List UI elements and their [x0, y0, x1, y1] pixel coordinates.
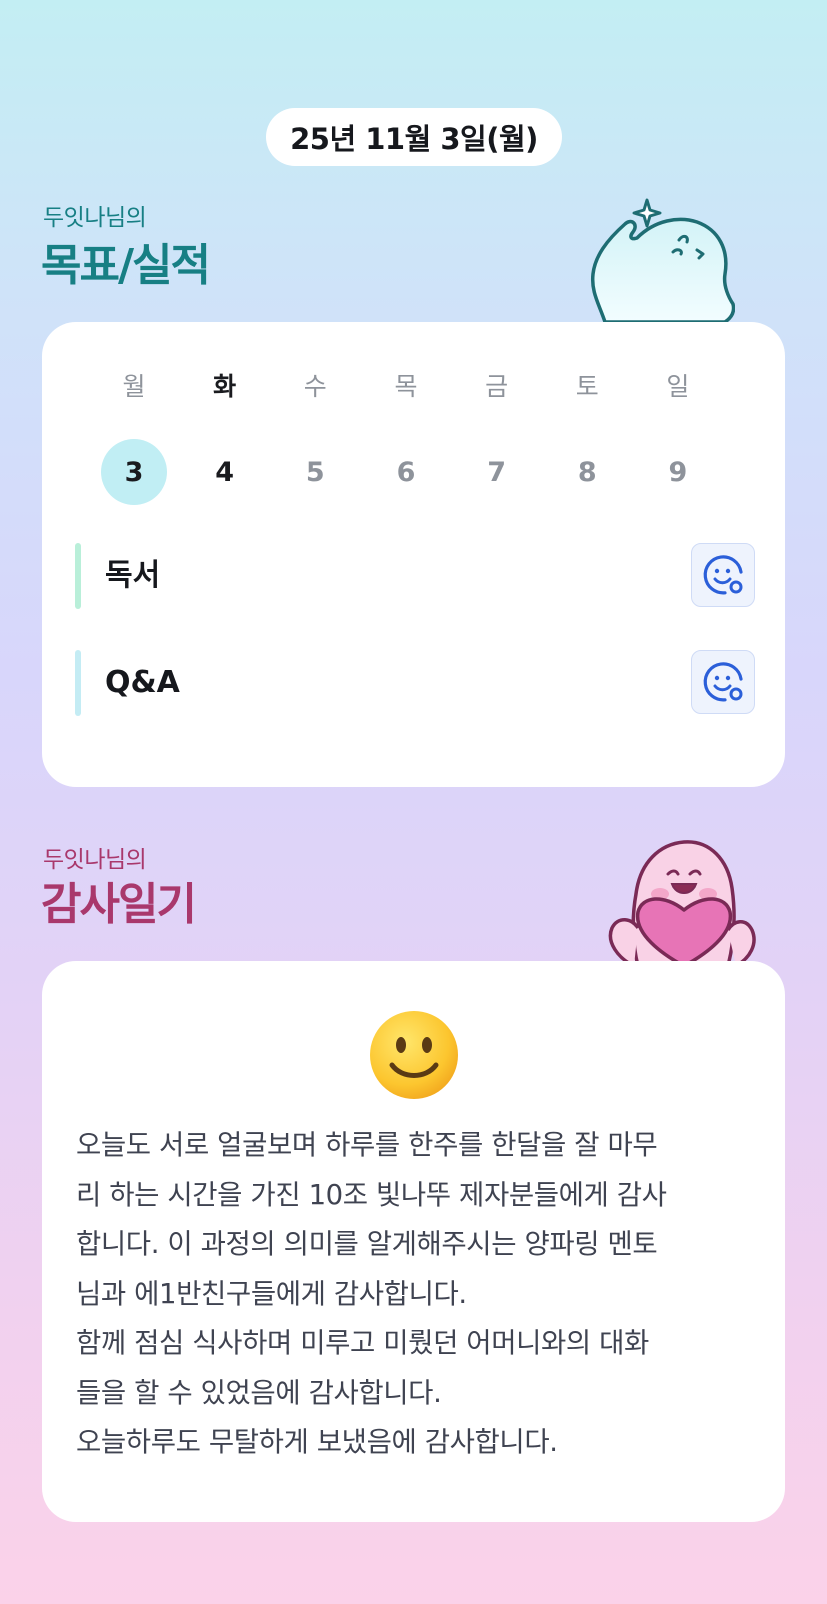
- gratitude-diary-text: 오늘도 서로 얼굴보며 하루를 한주를 한달을 잘 마무 리 하는 시간을 가진…: [76, 1129, 667, 1458]
- day-number-selected[interactable]: 3: [101, 439, 167, 505]
- slightly-smiling-face-icon: [370, 1011, 458, 1099]
- goal-label: Q&A: [105, 665, 180, 700]
- goal-item-qna[interactable]: Q&A: [75, 650, 755, 716]
- goals-section-title: 목표/실적: [41, 240, 211, 291]
- gratitude-section-title: 감사일기: [41, 879, 197, 930]
- week-strip: 월 3 화 4 수 5 목 6 금 7 토 8 일 9: [100, 372, 712, 505]
- day-number[interactable]: 4: [192, 439, 258, 505]
- day-number[interactable]: 5: [282, 439, 348, 505]
- goals-card: 월 3 화 4 수 5 목 6 금 7 토 8 일 9 독서 Q&A: [42, 322, 785, 787]
- day-column[interactable]: 토 8: [553, 372, 621, 505]
- goal-status-button[interactable]: [691, 543, 755, 607]
- goal-color-bar: [75, 543, 81, 609]
- weekday-label: 금: [485, 372, 509, 401]
- date-selector[interactable]: 25년 11월 3일(월): [266, 108, 562, 166]
- date-label: 25년 11월 3일(월): [290, 122, 538, 156]
- day-column[interactable]: 월 3: [100, 372, 168, 505]
- weekday-label: 토: [575, 372, 599, 401]
- weekday-label: 일: [666, 372, 690, 401]
- goal-item-reading[interactable]: 독서: [75, 543, 755, 609]
- day-column[interactable]: 목 6: [372, 372, 440, 505]
- gratitude-diary-card: 오늘도 서로 얼굴보며 하루를 한주를 한달을 잘 마무 리 하는 시간을 가진…: [42, 961, 785, 1522]
- day-number[interactable]: 6: [373, 439, 439, 505]
- weekday-label: 수: [303, 372, 327, 401]
- day-number[interactable]: 9: [645, 439, 711, 505]
- weekday-label: 월: [122, 372, 146, 401]
- smile-face-icon: [703, 662, 743, 702]
- goal-color-bar: [75, 650, 81, 716]
- ghost-mascot-illustration: [590, 198, 735, 322]
- day-number[interactable]: 8: [554, 439, 620, 505]
- goal-status-button[interactable]: [691, 650, 755, 714]
- pink-mascot-heart-illustration: [608, 840, 756, 966]
- day-column[interactable]: 금 7: [463, 372, 531, 505]
- goals-section-subtitle: 두잇나님의: [43, 205, 147, 231]
- weekday-label: 목: [394, 372, 418, 401]
- day-column[interactable]: 일 9: [644, 372, 712, 505]
- goal-label: 독서: [105, 558, 161, 593]
- weekday-label: 화: [213, 372, 237, 401]
- day-column[interactable]: 화 4: [191, 372, 259, 505]
- day-column[interactable]: 수 5: [281, 372, 349, 505]
- day-number[interactable]: 7: [464, 439, 530, 505]
- smile-face-icon: [703, 555, 743, 595]
